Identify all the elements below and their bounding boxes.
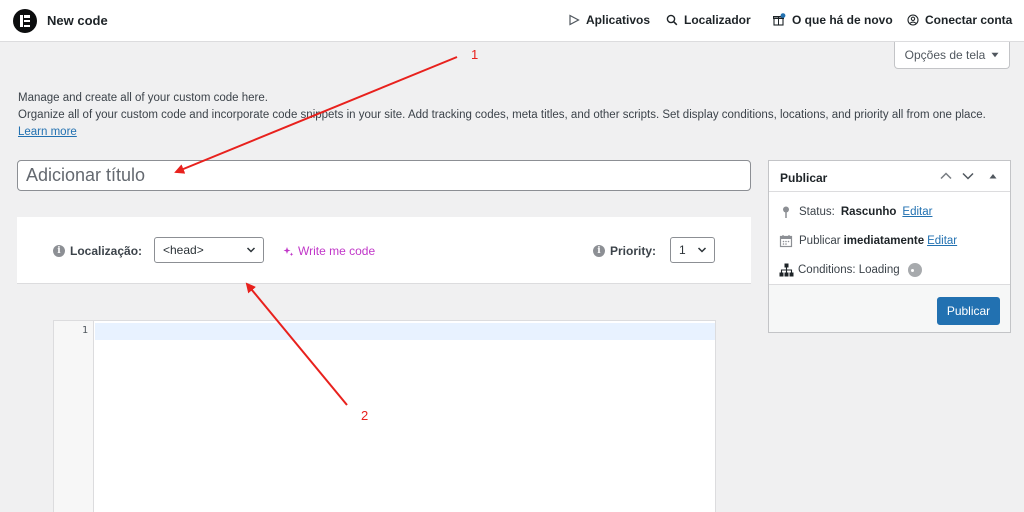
line-number: 1 bbox=[81, 325, 88, 336]
nav-finder-label: Localizador bbox=[684, 13, 751, 27]
intro-text: Manage and create all of your custom cod… bbox=[18, 90, 1008, 141]
status-value: Rascunho bbox=[840, 206, 897, 218]
screen-options-label: Opções de tela bbox=[904, 48, 986, 62]
conditions-row: Conditions: Loading bbox=[779, 263, 922, 277]
nav-apps-label: Aplicativos bbox=[586, 13, 651, 27]
annotation-label-1: 1 bbox=[471, 47, 479, 62]
gift-icon bbox=[773, 13, 786, 26]
learn-more-link[interactable]: Learn more bbox=[18, 126, 77, 138]
caret-down-icon bbox=[991, 52, 999, 58]
publish-box: Publicar Status: Rascunho Editar Publica… bbox=[768, 160, 1011, 333]
priority-label: i Priority: bbox=[593, 244, 656, 258]
schedule-row: Publicar imediatamente Editar bbox=[779, 234, 957, 248]
screen-options-button[interactable]: Opções de tela bbox=[894, 42, 1010, 69]
location-select-value: <head> bbox=[163, 243, 204, 257]
page-title: New code bbox=[47, 13, 108, 28]
priority-label-text: Priority: bbox=[610, 244, 657, 258]
move-down-icon[interactable] bbox=[961, 170, 975, 182]
info-icon[interactable]: i bbox=[53, 245, 65, 257]
nav-whats-new-label: O que há de novo bbox=[792, 13, 893, 27]
pin-icon bbox=[783, 206, 789, 218]
publish-title: Publicar bbox=[780, 171, 828, 185]
priority-select-value: 1 bbox=[679, 243, 686, 257]
calendar-icon bbox=[779, 235, 793, 248]
status-label: Status: bbox=[799, 206, 835, 218]
chevron-down-icon bbox=[697, 247, 707, 253]
publish-footer: Publicar bbox=[769, 284, 1010, 332]
nav-whats-new[interactable]: O que há de novo bbox=[772, 13, 893, 27]
intro-line-1: Manage and create all of your custom cod… bbox=[18, 92, 268, 104]
annotation-label-2: 2 bbox=[361, 408, 369, 423]
nav-connect-account[interactable]: Conectar conta bbox=[907, 13, 1012, 27]
top-bar: New code Aplicativos Localizador O que h… bbox=[0, 0, 1024, 42]
conditions-label: Conditions: Loading bbox=[798, 264, 900, 276]
edit-schedule-link[interactable]: Editar bbox=[927, 235, 957, 247]
title-input[interactable] bbox=[17, 160, 751, 191]
location-label-text: Localização: bbox=[70, 244, 143, 258]
chevron-down-icon bbox=[246, 247, 256, 253]
code-editor[interactable]: 1 bbox=[53, 320, 716, 512]
collapse-toggle-icon[interactable] bbox=[988, 172, 998, 180]
nav-apps[interactable]: Aplicativos bbox=[568, 13, 650, 27]
status-row: Status: Rascunho Editar bbox=[779, 205, 932, 219]
info-icon[interactable]: i bbox=[593, 245, 605, 257]
nav-finder[interactable]: Localizador bbox=[666, 13, 751, 27]
active-line-highlight bbox=[95, 323, 715, 340]
publish-button[interactable]: Publicar bbox=[937, 297, 1000, 325]
elementor-logo-icon[interactable] bbox=[13, 9, 37, 33]
user-circle-icon bbox=[907, 14, 919, 26]
play-outline-icon bbox=[569, 14, 580, 26]
search-icon bbox=[666, 14, 678, 26]
location-select[interactable]: <head> bbox=[154, 237, 264, 263]
loading-spinner-icon bbox=[907, 263, 922, 277]
priority-select[interactable]: 1 bbox=[670, 237, 715, 263]
write-me-code-label: Write me code bbox=[298, 244, 376, 258]
write-me-code-link[interactable]: Write me code bbox=[283, 244, 375, 258]
code-box: i Localização: <head> Write me code i Pr… bbox=[17, 217, 751, 512]
intro-line-2: Organize all of your custom code and inc… bbox=[18, 109, 986, 121]
move-up-icon[interactable] bbox=[939, 170, 953, 182]
sitemap-icon bbox=[779, 263, 794, 277]
line-number-gutter: 1 bbox=[54, 321, 94, 512]
publish-header: Publicar bbox=[769, 161, 1010, 192]
nav-connect-account-label: Conectar conta bbox=[925, 13, 1013, 27]
sparkle-icon bbox=[283, 246, 294, 256]
code-settings-bar: i Localização: <head> Write me code i Pr… bbox=[17, 217, 751, 284]
location-label: i Localização: bbox=[53, 244, 142, 258]
edit-status-link[interactable]: Editar bbox=[902, 206, 932, 218]
schedule-value: imediatamente bbox=[843, 235, 925, 247]
schedule-label: Publicar bbox=[799, 235, 841, 247]
